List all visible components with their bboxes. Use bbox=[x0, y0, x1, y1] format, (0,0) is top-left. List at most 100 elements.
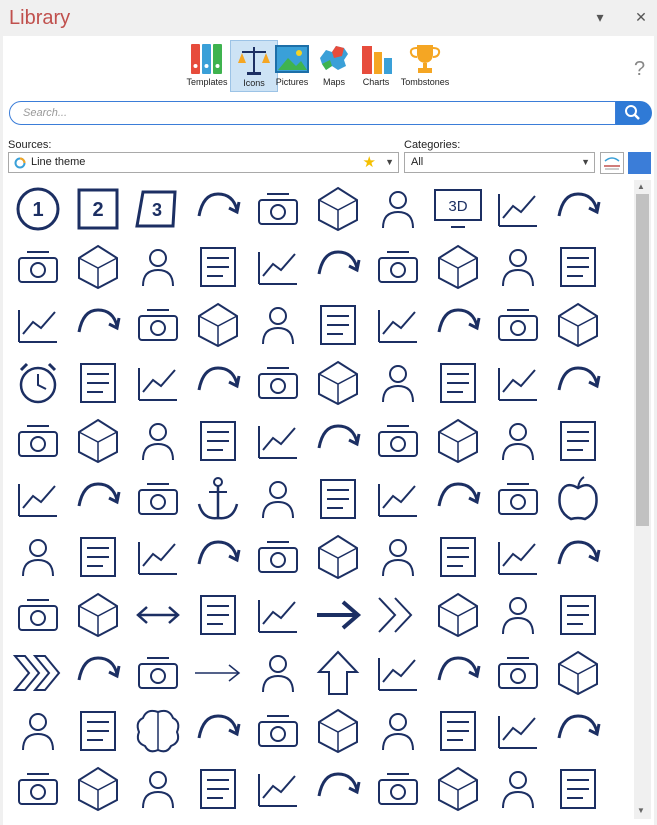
icon-tile[interactable] bbox=[189, 702, 247, 760]
icon-tile[interactable] bbox=[69, 760, 127, 818]
icon-tile[interactable] bbox=[249, 412, 307, 470]
icon-tile[interactable] bbox=[129, 586, 187, 644]
icon-tile[interactable] bbox=[489, 702, 547, 760]
icon-tile[interactable] bbox=[249, 586, 307, 644]
icon-tile[interactable] bbox=[429, 238, 487, 296]
icon-tile[interactable] bbox=[489, 586, 547, 644]
icon-tile[interactable] bbox=[189, 238, 247, 296]
icon-tile[interactable] bbox=[549, 296, 607, 354]
tab-pictures[interactable]: Pictures bbox=[268, 40, 316, 92]
icon-tile[interactable] bbox=[309, 644, 367, 702]
icon-tile[interactable] bbox=[249, 470, 307, 528]
icon-tile[interactable] bbox=[249, 702, 307, 760]
icon-tile[interactable] bbox=[189, 412, 247, 470]
categories-select[interactable]: All ▼ bbox=[404, 152, 595, 173]
icon-tile[interactable] bbox=[489, 180, 547, 238]
icon-tile[interactable] bbox=[69, 296, 127, 354]
tab-maps[interactable]: Maps bbox=[310, 40, 358, 92]
icon-tile[interactable] bbox=[309, 296, 367, 354]
scroll-up-arrow[interactable]: ▲ bbox=[637, 182, 645, 191]
search-button[interactable] bbox=[616, 101, 652, 125]
tab-templates[interactable]: Templates bbox=[183, 40, 231, 92]
icon-tile[interactable] bbox=[309, 528, 367, 586]
icon-tile[interactable] bbox=[489, 238, 547, 296]
chevron-down-icon[interactable]: ▾ bbox=[591, 8, 609, 26]
icon-tile[interactable] bbox=[9, 412, 67, 470]
icon-tile[interactable] bbox=[369, 238, 427, 296]
icon-tile[interactable] bbox=[549, 644, 607, 702]
clear-filter-button[interactable] bbox=[600, 152, 624, 174]
icon-tile[interactable] bbox=[249, 180, 307, 238]
icon-tile[interactable] bbox=[9, 644, 67, 702]
icon-tile[interactable] bbox=[129, 238, 187, 296]
icon-tile[interactable] bbox=[129, 296, 187, 354]
close-icon[interactable]: ✕ bbox=[632, 8, 650, 26]
icon-tile[interactable]: 2 bbox=[69, 180, 127, 238]
color-swatch-button[interactable] bbox=[628, 152, 651, 174]
vertical-scrollbar[interactable]: ▲ ▼ bbox=[634, 180, 651, 819]
icon-tile[interactable] bbox=[429, 760, 487, 818]
icon-tile[interactable] bbox=[309, 238, 367, 296]
icon-tile[interactable] bbox=[129, 528, 187, 586]
icon-tile[interactable] bbox=[249, 296, 307, 354]
icon-tile[interactable] bbox=[69, 470, 127, 528]
icon-tile[interactable] bbox=[489, 644, 547, 702]
icon-tile[interactable] bbox=[369, 180, 427, 238]
icon-tile[interactable] bbox=[369, 702, 427, 760]
help-icon[interactable]: ? bbox=[634, 58, 645, 81]
icon-tile[interactable] bbox=[549, 354, 607, 412]
icon-tile[interactable] bbox=[129, 412, 187, 470]
icon-tile[interactable] bbox=[369, 412, 427, 470]
icon-tile[interactable] bbox=[129, 354, 187, 412]
icon-tile[interactable] bbox=[489, 354, 547, 412]
icon-tile[interactable] bbox=[69, 412, 127, 470]
icon-tile[interactable] bbox=[489, 760, 547, 818]
icon-tile[interactable] bbox=[9, 238, 67, 296]
icon-tile[interactable] bbox=[249, 528, 307, 586]
icon-tile[interactable] bbox=[69, 354, 127, 412]
icon-tile[interactable] bbox=[69, 238, 127, 296]
icon-tile[interactable] bbox=[489, 412, 547, 470]
icon-tile[interactable] bbox=[549, 528, 607, 586]
icon-tile[interactable] bbox=[369, 296, 427, 354]
tab-charts[interactable]: Charts bbox=[352, 40, 400, 92]
icon-tile[interactable] bbox=[129, 644, 187, 702]
scroll-thumb[interactable] bbox=[636, 194, 649, 526]
icon-tile[interactable] bbox=[189, 586, 247, 644]
icon-tile[interactable] bbox=[429, 354, 487, 412]
icon-tile[interactable] bbox=[69, 528, 127, 586]
icon-tile[interactable] bbox=[129, 470, 187, 528]
scroll-down-arrow[interactable]: ▼ bbox=[637, 806, 645, 815]
icon-tile[interactable] bbox=[249, 238, 307, 296]
icon-tile[interactable] bbox=[9, 702, 67, 760]
icon-tile[interactable] bbox=[189, 470, 247, 528]
icon-tile[interactable]: 1 bbox=[9, 180, 67, 238]
icon-tile[interactable] bbox=[429, 470, 487, 528]
icon-tile[interactable] bbox=[489, 296, 547, 354]
icon-tile[interactable] bbox=[69, 586, 127, 644]
icon-tile[interactable] bbox=[549, 760, 607, 818]
icon-tile[interactable] bbox=[249, 354, 307, 412]
icon-tile[interactable] bbox=[309, 470, 367, 528]
icon-tile[interactable] bbox=[549, 238, 607, 296]
icon-tile[interactable] bbox=[249, 760, 307, 818]
search-input[interactable]: Search... bbox=[9, 101, 616, 125]
icon-tile[interactable] bbox=[369, 470, 427, 528]
icon-tile[interactable] bbox=[429, 644, 487, 702]
icon-tile[interactable] bbox=[9, 528, 67, 586]
icon-tile[interactable] bbox=[369, 644, 427, 702]
icon-tile[interactable]: 3 bbox=[129, 180, 187, 238]
icon-tile[interactable] bbox=[189, 354, 247, 412]
icon-tile[interactable] bbox=[129, 760, 187, 818]
star-icon[interactable]: ★ bbox=[363, 153, 376, 171]
icon-tile[interactable] bbox=[549, 702, 607, 760]
sources-select[interactable]: Line theme ★ ▼ bbox=[8, 152, 399, 173]
icon-tile[interactable] bbox=[309, 412, 367, 470]
icon-tile[interactable] bbox=[249, 644, 307, 702]
icon-tile[interactable] bbox=[189, 296, 247, 354]
icon-tile[interactable] bbox=[369, 586, 427, 644]
icon-tile[interactable] bbox=[189, 760, 247, 818]
icon-tile[interactable] bbox=[9, 470, 67, 528]
icon-tile[interactable] bbox=[489, 528, 547, 586]
icon-tile[interactable] bbox=[309, 702, 367, 760]
